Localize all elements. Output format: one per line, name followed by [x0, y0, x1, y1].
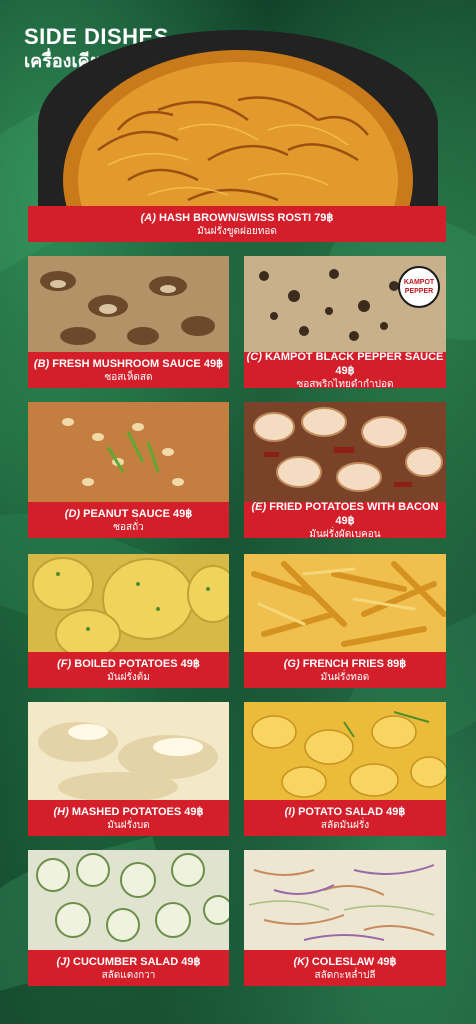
item-code: (J): [56, 955, 70, 968]
item-price: 49฿: [377, 955, 397, 968]
item-name-thai: ซอสพริกไทยดำกำปอด: [296, 378, 394, 390]
item-name: COLESLAW: [311, 955, 375, 968]
item-name: FRENCH FRIES: [302, 657, 384, 670]
item-label: (K) COLESLAW 49฿ สลัดกะหล่ำปลี: [244, 950, 446, 986]
item-name: BOILED POTATOES: [74, 657, 178, 670]
item-price: 49฿: [203, 357, 224, 370]
item-price: 49฿: [386, 805, 406, 818]
item-code: (D): [64, 507, 81, 520]
item-label: (A) HASH BROWN/SWISS ROSTI 79฿ มันฝรั่งข…: [28, 206, 446, 242]
item-label: (J) CUCUMBER SALAD 49฿ สลัดแตงกวา: [28, 950, 229, 986]
item-label: (I) POTATO SALAD 49฿ สลัดมันฝรั่ง: [244, 800, 446, 836]
menu-item-fried-potatoes[interactable]: (E) FRIED POTATOES WITH BACON 49฿ มันฝรั…: [244, 402, 446, 540]
item-price: 49฿: [184, 805, 204, 818]
item-label: (C) KAMPOT BLACK PEPPER SAUCE 49฿ ซอสพริ…: [244, 350, 446, 390]
food-image-potato-salad: [244, 702, 446, 800]
stamp-line: KAMPOT: [403, 279, 435, 286]
food-image-french-fries: [244, 554, 446, 652]
item-label: (E) FRIED POTATOES WITH BACON 49฿ มันฝรั…: [244, 500, 446, 540]
food-image-mushroom-sauce: [28, 256, 229, 352]
menu-item-peanut-sauce[interactable]: (D) PEANUT SAUCE 49฿ ซอสถั่ว: [28, 402, 229, 538]
item-code: (F): [57, 657, 72, 670]
item-label: (D) PEANUT SAUCE 49฿ ซอสถั่ว: [28, 502, 229, 538]
item-code: (B): [33, 357, 50, 370]
item-code: (E): [251, 500, 267, 513]
item-name-thai: มันฝรั่งผัดเบคอน: [309, 528, 381, 540]
food-image-cucumber-salad: [28, 850, 229, 950]
menu-item-boiled-potatoes[interactable]: (F) BOILED POTATOES 49฿ มันฝรั่งต้ม: [28, 554, 229, 688]
menu-item-french-fries[interactable]: (G) FRENCH FRIES 89฿ มันฝรั่งทอด: [244, 554, 446, 688]
item-code: (G): [283, 657, 300, 670]
item-name-thai: สลัดแตงกวา: [101, 969, 156, 981]
item-name-thai: สลัดมันฝรั่ง: [320, 819, 370, 831]
food-image-boiled-potatoes: [28, 554, 229, 652]
item-name-thai: ซอสถั่ว: [113, 521, 144, 533]
food-image-peanut-sauce: [28, 402, 229, 502]
menu-item-cucumber-salad[interactable]: (J) CUCUMBER SALAD 49฿ สลัดแตงกวา: [28, 850, 229, 986]
item-name: CUCUMBER SALAD: [73, 955, 179, 968]
item-label: (F) BOILED POTATOES 49฿ มันฝรั่งต้ม: [28, 652, 229, 688]
item-name-thai: ซอสเห็ดสด: [104, 371, 153, 383]
item-price: 49฿: [172, 507, 193, 520]
item-price: 89฿: [387, 657, 407, 670]
item-code: (I): [284, 805, 296, 818]
item-name-thai: มันฝรั่งขูดฝอยทอด: [197, 225, 277, 237]
item-name-thai: มันฝรั่งทอด: [320, 671, 370, 683]
item-name: FRIED POTATOES WITH BACON: [269, 500, 439, 513]
food-image-mashed-potatoes: [28, 702, 229, 800]
item-name: PEANUT SAUCE: [83, 507, 170, 520]
item-price: 49฿: [335, 514, 355, 527]
item-price: 49฿: [181, 955, 201, 968]
menu-item-pepper-sauce[interactable]: KAMPOT PEPPER (C) KAMPOT BLACK PEPPER SA…: [244, 256, 446, 390]
item-label: (G) FRENCH FRIES 89฿ มันฝรั่งทอด: [244, 652, 446, 688]
item-name: MASHED POTATOES: [71, 805, 182, 818]
menu-item-hash-brown[interactable]: (A) HASH BROWN/SWISS ROSTI 79฿ มันฝรั่งข…: [28, 30, 446, 242]
food-image-coleslaw: [244, 850, 446, 950]
item-code: (A): [140, 211, 156, 224]
item-price: 79฿: [314, 211, 334, 224]
item-price: 49฿: [180, 657, 200, 670]
stamp-line: PEPPER: [404, 288, 434, 295]
menu-item-coleslaw[interactable]: (K) COLESLAW 49฿ สลัดกะหล่ำปลี: [244, 850, 446, 986]
item-name: KAMPOT BLACK PEPPER SAUCE: [264, 350, 444, 363]
item-name-thai: สลัดกะหล่ำปลี: [314, 969, 376, 981]
food-image-fried-potatoes: [244, 402, 446, 502]
item-price: 49฿: [335, 364, 355, 377]
item-label: (H) MASHED POTATOES 49฿ มันฝรั่งบด: [28, 800, 229, 836]
item-code: (H): [53, 805, 69, 818]
kampot-pepper-logo: KAMPOT PEPPER: [398, 266, 440, 308]
item-name-thai: มันฝรั่งต้ม: [107, 671, 150, 683]
item-code: (K): [293, 955, 309, 968]
item-name: POTATO SALAD: [298, 805, 384, 818]
item-name: FRESH MUSHROOM SAUCE: [52, 357, 201, 370]
item-name-thai: มันฝรั่งบด: [107, 819, 150, 831]
item-code: (C): [246, 350, 262, 363]
menu-item-potato-salad[interactable]: (I) POTATO SALAD 49฿ สลัดมันฝรั่ง: [244, 702, 446, 836]
menu-item-mushroom-sauce[interactable]: (B) FRESH MUSHROOM SAUCE 49฿ ซอสเห็ดสด: [28, 256, 229, 388]
item-name: HASH BROWN/SWISS ROSTI: [158, 211, 312, 224]
item-label: (B) FRESH MUSHROOM SAUCE 49฿ ซอสเห็ดสด: [28, 352, 229, 388]
menu-item-mashed-potatoes[interactable]: (H) MASHED POTATOES 49฿ มันฝรั่งบด: [28, 702, 229, 836]
food-image-hash-brown: [38, 30, 438, 220]
